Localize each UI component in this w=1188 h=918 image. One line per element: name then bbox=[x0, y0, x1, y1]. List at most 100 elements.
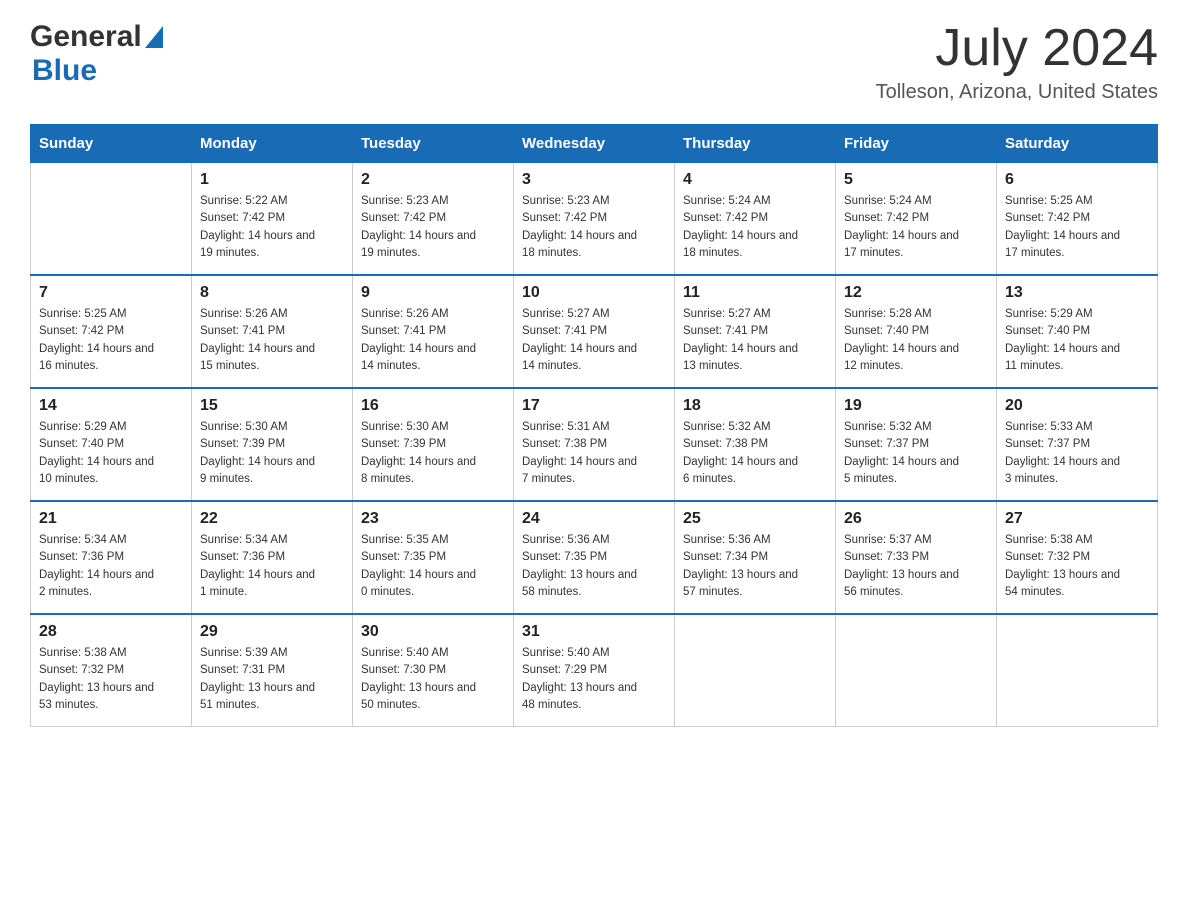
calendar-cell: 1 Sunrise: 5:22 AMSunset: 7:42 PMDaylight… bbox=[192, 163, 353, 276]
calendar-cell: 10 Sunrise: 5:27 AMSunset: 7:41 PMDayligh… bbox=[514, 275, 675, 388]
day-sun-info: Sunrise: 5:40 AMSunset: 7:30 PMDaylight:… bbox=[361, 645, 505, 714]
day-of-week-header: Thursday bbox=[675, 125, 836, 163]
title-block: July 2024 Tolleson, Arizona, United Stat… bbox=[876, 20, 1158, 104]
day-sun-info: Sunrise: 5:32 AMSunset: 7:38 PMDaylight:… bbox=[683, 419, 827, 488]
day-number: 23 bbox=[361, 510, 505, 528]
day-number: 18 bbox=[683, 397, 827, 415]
day-number: 16 bbox=[361, 397, 505, 415]
day-number: 22 bbox=[200, 510, 344, 528]
calendar-cell: 22 Sunrise: 5:34 AMSunset: 7:36 PMDayligh… bbox=[192, 501, 353, 614]
day-sun-info: Sunrise: 5:23 AMSunset: 7:42 PMDaylight:… bbox=[522, 193, 666, 262]
day-number: 14 bbox=[39, 397, 183, 415]
day-number: 25 bbox=[683, 510, 827, 528]
logo: General Blue bbox=[30, 20, 163, 88]
day-sun-info: Sunrise: 5:24 AMSunset: 7:42 PMDaylight:… bbox=[683, 193, 827, 262]
day-number: 7 bbox=[39, 284, 183, 302]
calendar-cell: 23 Sunrise: 5:35 AMSunset: 7:35 PMDayligh… bbox=[353, 501, 514, 614]
calendar-cell: 9 Sunrise: 5:26 AMSunset: 7:41 PMDaylight… bbox=[353, 275, 514, 388]
calendar-cell: 4 Sunrise: 5:24 AMSunset: 7:42 PMDaylight… bbox=[675, 163, 836, 276]
calendar-cell: 12 Sunrise: 5:28 AMSunset: 7:40 PMDayligh… bbox=[836, 275, 997, 388]
day-sun-info: Sunrise: 5:32 AMSunset: 7:37 PMDaylight:… bbox=[844, 419, 988, 488]
calendar-cell: 3 Sunrise: 5:23 AMSunset: 7:42 PMDaylight… bbox=[514, 163, 675, 276]
day-sun-info: Sunrise: 5:35 AMSunset: 7:35 PMDaylight:… bbox=[361, 532, 505, 601]
day-sun-info: Sunrise: 5:27 AMSunset: 7:41 PMDaylight:… bbox=[683, 306, 827, 375]
day-number: 21 bbox=[39, 510, 183, 528]
day-number: 20 bbox=[1005, 397, 1149, 415]
day-of-week-header: Tuesday bbox=[353, 125, 514, 163]
day-sun-info: Sunrise: 5:29 AMSunset: 7:40 PMDaylight:… bbox=[1005, 306, 1149, 375]
calendar-week-row: 7 Sunrise: 5:25 AMSunset: 7:42 PMDaylight… bbox=[31, 275, 1158, 388]
day-of-week-header: Sunday bbox=[31, 125, 192, 163]
calendar-cell: 27 Sunrise: 5:38 AMSunset: 7:32 PMDayligh… bbox=[997, 501, 1158, 614]
day-sun-info: Sunrise: 5:25 AMSunset: 7:42 PMDaylight:… bbox=[39, 306, 183, 375]
calendar-week-row: 21 Sunrise: 5:34 AMSunset: 7:36 PMDayligh… bbox=[31, 501, 1158, 614]
day-sun-info: Sunrise: 5:26 AMSunset: 7:41 PMDaylight:… bbox=[200, 306, 344, 375]
calendar-cell: 2Sunrise: 5:23 AMSunset: 7:42 PMDaylight… bbox=[353, 163, 514, 276]
day-sun-info: Sunrise: 5:22 AMSunset: 7:42 PMDaylight:… bbox=[200, 193, 344, 262]
calendar-week-row: 14 Sunrise: 5:29 AMSunset: 7:40 PMDayligh… bbox=[31, 388, 1158, 501]
logo-triangle-icon bbox=[145, 26, 163, 53]
calendar-cell: 16 Sunrise: 5:30 AMSunset: 7:39 PMDayligh… bbox=[353, 388, 514, 501]
day-number: 19 bbox=[844, 397, 988, 415]
day-number: 6 bbox=[1005, 171, 1149, 189]
day-sun-info: Sunrise: 5:25 AMSunset: 7:42 PMDaylight:… bbox=[1005, 193, 1149, 262]
day-of-week-header: Wednesday bbox=[514, 125, 675, 163]
day-sun-info: Sunrise: 5:30 AMSunset: 7:39 PMDaylight:… bbox=[361, 419, 505, 488]
day-sun-info: Sunrise: 5:27 AMSunset: 7:41 PMDaylight:… bbox=[522, 306, 666, 375]
calendar-cell: 30 Sunrise: 5:40 AMSunset: 7:30 PMDayligh… bbox=[353, 614, 514, 727]
day-sun-info: Sunrise: 5:33 AMSunset: 7:37 PMDaylight:… bbox=[1005, 419, 1149, 488]
calendar-cell: 6 Sunrise: 5:25 AMSunset: 7:42 PMDaylight… bbox=[997, 163, 1158, 276]
calendar-cell: 14 Sunrise: 5:29 AMSunset: 7:40 PMDayligh… bbox=[31, 388, 192, 501]
calendar-cell: 20 Sunrise: 5:33 AMSunset: 7:37 PMDayligh… bbox=[997, 388, 1158, 501]
day-number: 11 bbox=[683, 284, 827, 302]
day-number: 31 bbox=[522, 623, 666, 641]
day-sun-info: Sunrise: 5:30 AMSunset: 7:39 PMDaylight:… bbox=[200, 419, 344, 488]
day-sun-info: Sunrise: 5:24 AMSunset: 7:42 PMDaylight:… bbox=[844, 193, 988, 262]
calendar-cell bbox=[675, 614, 836, 727]
day-sun-info: Sunrise: 5:29 AMSunset: 7:40 PMDaylight:… bbox=[39, 419, 183, 488]
day-number: 12 bbox=[844, 284, 988, 302]
day-sun-info: Sunrise: 5:39 AMSunset: 7:31 PMDaylight:… bbox=[200, 645, 344, 714]
day-sun-info: Sunrise: 5:38 AMSunset: 7:32 PMDaylight:… bbox=[1005, 532, 1149, 601]
calendar-cell: 29 Sunrise: 5:39 AMSunset: 7:31 PMDayligh… bbox=[192, 614, 353, 727]
day-number: 10 bbox=[522, 284, 666, 302]
calendar-cell: 24Sunrise: 5:36 AMSunset: 7:35 PMDayligh… bbox=[514, 501, 675, 614]
calendar-cell: 26Sunrise: 5:37 AMSunset: 7:33 PMDayligh… bbox=[836, 501, 997, 614]
calendar-cell: 5 Sunrise: 5:24 AMSunset: 7:42 PMDaylight… bbox=[836, 163, 997, 276]
day-number: 2 bbox=[361, 171, 505, 189]
calendar-week-row: 1 Sunrise: 5:22 AMSunset: 7:42 PMDaylight… bbox=[31, 163, 1158, 276]
day-number: 3 bbox=[522, 171, 666, 189]
day-number: 9 bbox=[361, 284, 505, 302]
day-number: 15 bbox=[200, 397, 344, 415]
day-sun-info: Sunrise: 5:26 AMSunset: 7:41 PMDaylight:… bbox=[361, 306, 505, 375]
logo-general-text: General bbox=[30, 20, 142, 54]
day-number: 27 bbox=[1005, 510, 1149, 528]
calendar-cell bbox=[997, 614, 1158, 727]
calendar-cell: 25 Sunrise: 5:36 AMSunset: 7:34 PMDayligh… bbox=[675, 501, 836, 614]
day-sun-info: Sunrise: 5:36 AMSunset: 7:35 PMDaylight:… bbox=[522, 532, 666, 601]
calendar-week-row: 28Sunrise: 5:38 AMSunset: 7:32 PMDayligh… bbox=[31, 614, 1158, 727]
calendar-cell: 17Sunrise: 5:31 AMSunset: 7:38 PMDayligh… bbox=[514, 388, 675, 501]
day-sun-info: Sunrise: 5:28 AMSunset: 7:40 PMDaylight:… bbox=[844, 306, 988, 375]
day-number: 13 bbox=[1005, 284, 1149, 302]
calendar-cell: 7 Sunrise: 5:25 AMSunset: 7:42 PMDaylight… bbox=[31, 275, 192, 388]
day-number: 29 bbox=[200, 623, 344, 641]
logo-blue-text: Blue bbox=[32, 54, 97, 87]
day-number: 30 bbox=[361, 623, 505, 641]
calendar-cell: 13 Sunrise: 5:29 AMSunset: 7:40 PMDayligh… bbox=[997, 275, 1158, 388]
calendar-cell: 28Sunrise: 5:38 AMSunset: 7:32 PMDayligh… bbox=[31, 614, 192, 727]
day-sun-info: Sunrise: 5:40 AMSunset: 7:29 PMDaylight:… bbox=[522, 645, 666, 714]
day-sun-info: Sunrise: 5:31 AMSunset: 7:38 PMDaylight:… bbox=[522, 419, 666, 488]
calendar-cell bbox=[836, 614, 997, 727]
day-number: 5 bbox=[844, 171, 988, 189]
day-number: 1 bbox=[200, 171, 344, 189]
day-sun-info: Sunrise: 5:34 AMSunset: 7:36 PMDaylight:… bbox=[39, 532, 183, 601]
calendar-cell: 11 Sunrise: 5:27 AMSunset: 7:41 PMDayligh… bbox=[675, 275, 836, 388]
page-header: General Blue July 2024 Tolleson, Arizona… bbox=[30, 20, 1158, 104]
day-number: 4 bbox=[683, 171, 827, 189]
day-sun-info: Sunrise: 5:34 AMSunset: 7:36 PMDaylight:… bbox=[200, 532, 344, 601]
day-sun-info: Sunrise: 5:36 AMSunset: 7:34 PMDaylight:… bbox=[683, 532, 827, 601]
calendar-cell bbox=[31, 163, 192, 276]
day-of-week-header: Friday bbox=[836, 125, 997, 163]
calendar-header-row: SundayMondayTuesdayWednesdayThursdayFrid… bbox=[31, 125, 1158, 163]
